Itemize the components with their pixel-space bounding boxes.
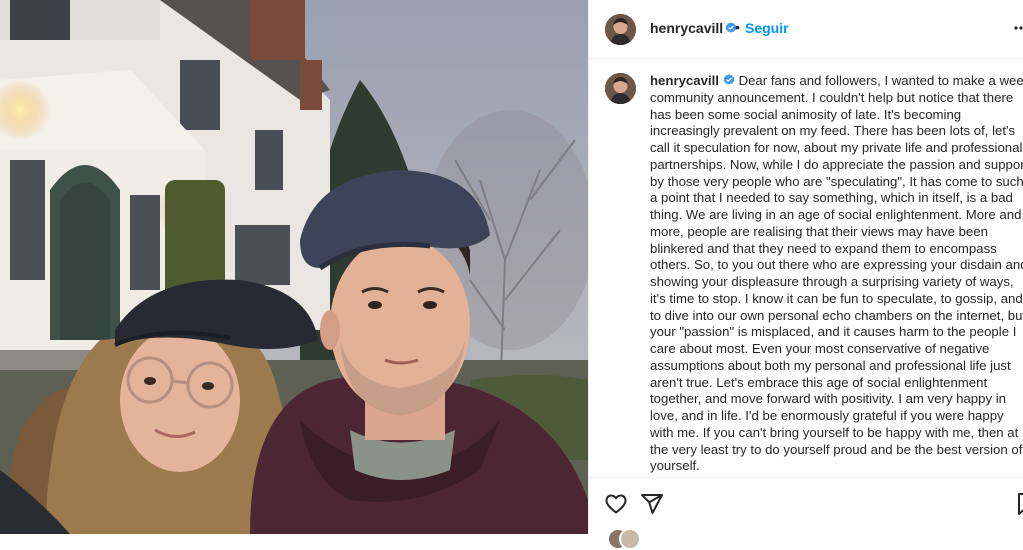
selfie-image [0, 0, 588, 534]
username[interactable]: henrycavill [650, 20, 723, 36]
likers-avatars[interactable] [607, 528, 647, 550]
bookmark-icon[interactable] [1015, 492, 1023, 516]
more-options-icon[interactable] [1014, 26, 1023, 30]
heart-icon[interactable] [604, 492, 628, 516]
avatar-image [605, 14, 636, 45]
avatar[interactable] [605, 14, 636, 45]
verified-badge-icon [723, 74, 735, 85]
paper-plane-icon[interactable] [640, 492, 664, 516]
follow-button[interactable]: Seguir [745, 20, 789, 36]
post-header: henrycavill • Seguir [589, 0, 1023, 59]
caption-text: henrycavill Dear fans and followers, I w… [650, 73, 1023, 475]
caption-avatar[interactable] [605, 73, 636, 104]
avatar [619, 528, 641, 550]
avatar-image [605, 73, 636, 104]
caption-username[interactable]: henrycavill [650, 73, 719, 88]
post-photo[interactable] [0, 0, 588, 534]
caption-body: Dear fans and followers, I wanted to mak… [650, 73, 1023, 474]
caption-area: henrycavill Dear fans and followers, I w… [589, 59, 1023, 477]
post-sidebar: henrycavill • Seguir henrycavill Dear fa… [588, 0, 1023, 550]
separator-dot: • [735, 19, 740, 35]
action-bar [589, 477, 1023, 550]
